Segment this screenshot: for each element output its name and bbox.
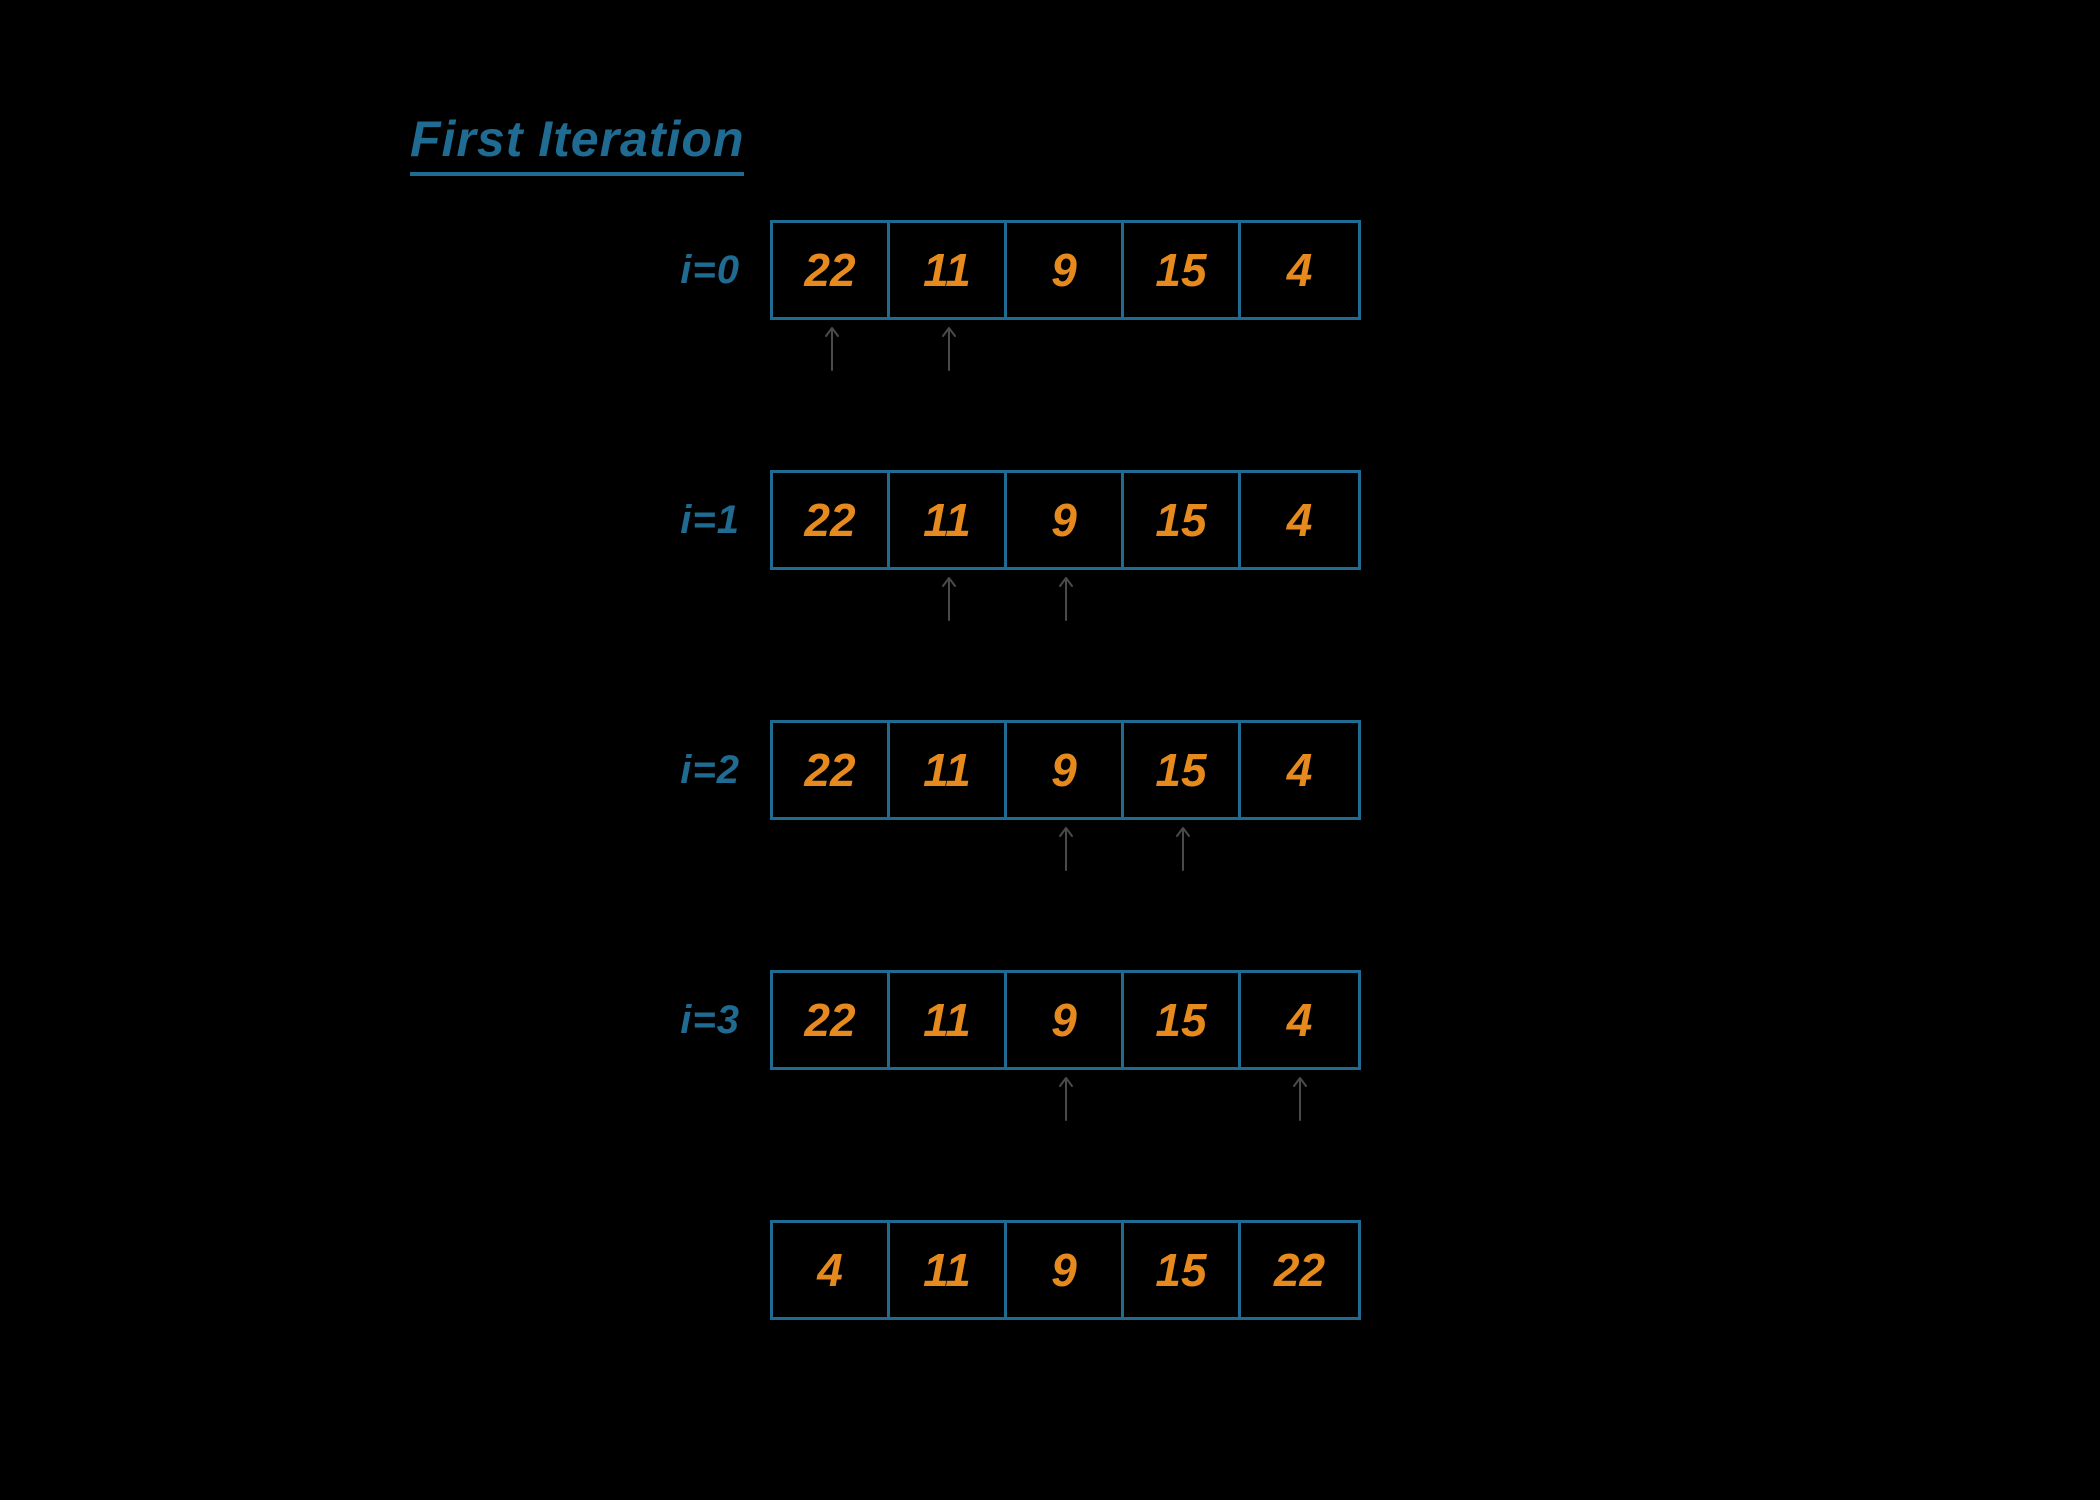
array-cell: 11 bbox=[890, 973, 1007, 1067]
array-cell: 22 bbox=[773, 473, 890, 567]
iteration-row: i=2 22119154 bbox=[620, 720, 1361, 820]
array-cell: 11 bbox=[890, 223, 1007, 317]
array-cell: 15 bbox=[1124, 723, 1241, 817]
pointer-arrow-icon bbox=[1056, 1074, 1076, 1122]
array-cell: 4 bbox=[1241, 223, 1358, 317]
array: 41191522 bbox=[770, 1220, 1361, 1320]
row-label: i=3 bbox=[620, 998, 740, 1043]
pointer-arrow-icon bbox=[1290, 1074, 1310, 1122]
array: 22119154 bbox=[770, 970, 1361, 1070]
row-label: i=0 bbox=[620, 248, 740, 293]
row-label: i=1 bbox=[620, 498, 740, 543]
pointer-arrow-icon bbox=[939, 574, 959, 622]
array-cell: 11 bbox=[890, 1223, 1007, 1317]
iteration-row: i=1 22119154 bbox=[620, 470, 1361, 570]
array: 22119154 bbox=[770, 720, 1361, 820]
pointer-arrow-icon bbox=[939, 324, 959, 372]
array-cell: 4 bbox=[773, 1223, 890, 1317]
array-cell: 22 bbox=[773, 223, 890, 317]
pointer-arrow-icon bbox=[1056, 574, 1076, 622]
array-cell: 15 bbox=[1124, 1223, 1241, 1317]
array-cell: 4 bbox=[1241, 973, 1358, 1067]
diagram-canvas: First Iteration i=022119154i=122119154i=… bbox=[0, 0, 2100, 1500]
iteration-row: 41191522 bbox=[620, 1220, 1361, 1320]
iteration-title: First Iteration bbox=[410, 110, 744, 176]
array-cell: 22 bbox=[1241, 1223, 1358, 1317]
array-cell: 9 bbox=[1007, 223, 1124, 317]
array-cell: 4 bbox=[1241, 723, 1358, 817]
array-cell: 15 bbox=[1124, 223, 1241, 317]
array-cell: 22 bbox=[773, 723, 890, 817]
array-cell: 9 bbox=[1007, 723, 1124, 817]
array-cell: 15 bbox=[1124, 973, 1241, 1067]
pointer-arrow-icon bbox=[1173, 824, 1193, 872]
row-label: i=2 bbox=[620, 748, 740, 793]
array-cell: 9 bbox=[1007, 473, 1124, 567]
pointer-arrow-icon bbox=[822, 324, 842, 372]
array-cell: 9 bbox=[1007, 973, 1124, 1067]
array-cell: 22 bbox=[773, 973, 890, 1067]
array-cell: 11 bbox=[890, 473, 1007, 567]
array-cell: 9 bbox=[1007, 1223, 1124, 1317]
array: 22119154 bbox=[770, 220, 1361, 320]
array: 22119154 bbox=[770, 470, 1361, 570]
array-cell: 4 bbox=[1241, 473, 1358, 567]
iteration-row: i=3 22119154 bbox=[620, 970, 1361, 1070]
pointer-arrow-icon bbox=[1056, 824, 1076, 872]
array-cell: 15 bbox=[1124, 473, 1241, 567]
array-cell: 11 bbox=[890, 723, 1007, 817]
iteration-row: i=0 22119154 bbox=[620, 220, 1361, 320]
